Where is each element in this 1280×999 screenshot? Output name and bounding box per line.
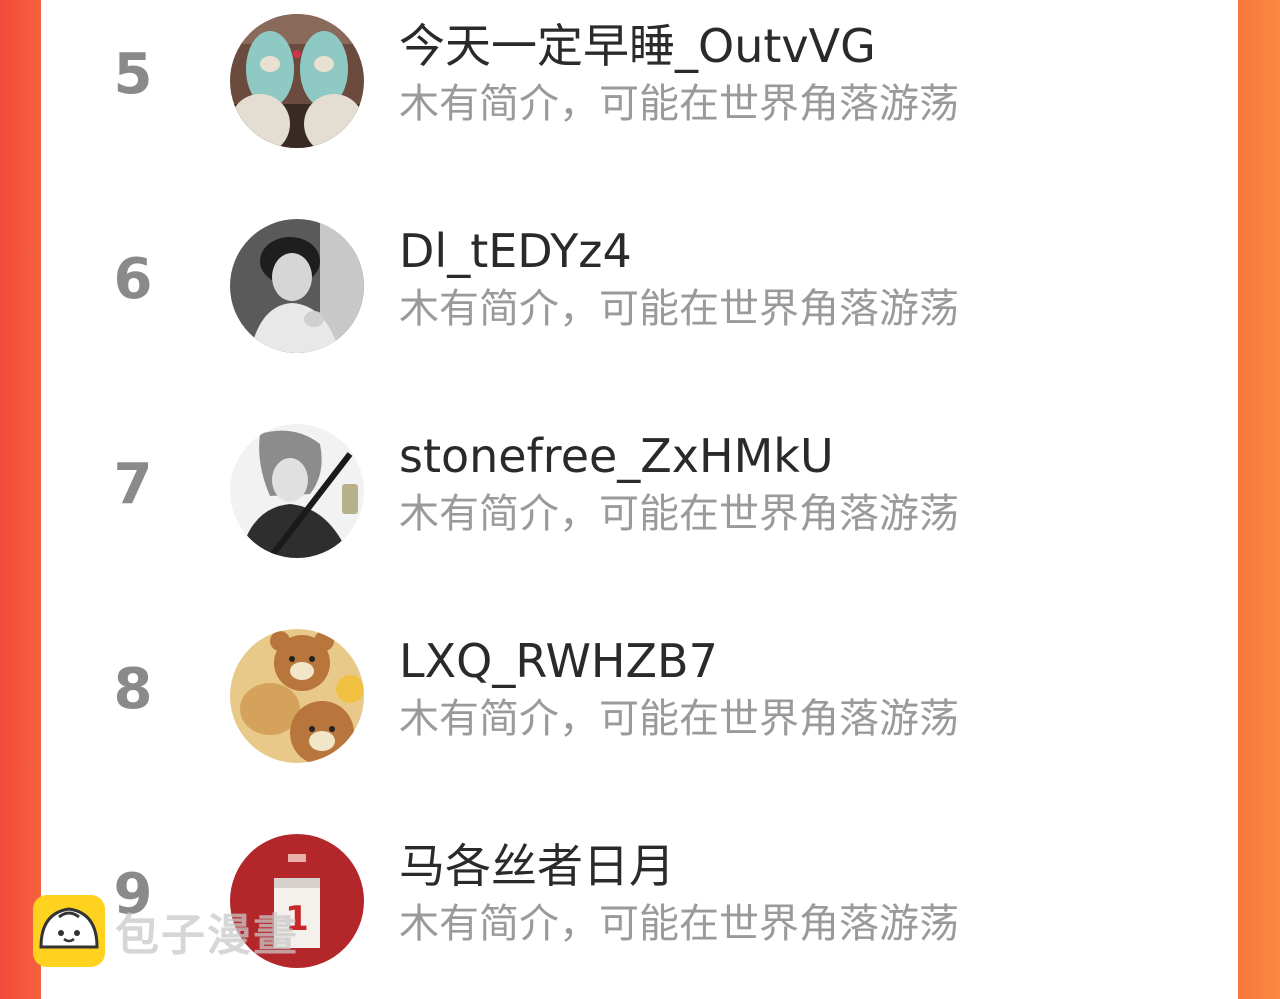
list-item[interactable]: 6 Dl_tEDYz4 木有简介，可能在世界角落游荡 <box>41 205 1238 365</box>
user-description: 木有简介，可能在世界角落游荡 <box>399 286 959 332</box>
ranking-list-panel: 5 今天一定早睡_OutvVG 木有简介，可能在世界角落游荡 6 Dl_tEDY… <box>41 0 1238 999</box>
feet-slippers-avatar[interactable] <box>230 14 364 148</box>
rank-number: 6 <box>113 247 153 312</box>
rank-number: 8 <box>113 657 153 722</box>
user-description: 木有简介，可能在世界角落游荡 <box>399 491 959 537</box>
user-name[interactable]: 今天一定早睡_OutvVG <box>399 16 876 76</box>
list-item[interactable]: 5 今天一定早睡_OutvVG 木有简介，可能在世界角落游荡 <box>41 0 1238 160</box>
bun-logo-icon <box>33 895 105 967</box>
anime-character-avatar[interactable] <box>230 424 364 558</box>
watermark: 包子漫畫 <box>33 893 299 969</box>
user-description: 木有简介，可能在世界角落游荡 <box>399 696 959 742</box>
user-description: 木有简介，可能在世界角落游荡 <box>399 901 959 947</box>
user-name[interactable]: Dl_tEDYz4 <box>399 221 632 281</box>
rank-number: 7 <box>113 452 153 517</box>
user-name[interactable]: LXQ_RWHZB7 <box>399 631 718 691</box>
list-item[interactable]: 8 LXQ_RWHZB7 木有简介，可能在世界角落游荡 <box>41 615 1238 775</box>
user-name[interactable]: 马各丝者日月 <box>399 836 675 896</box>
rank-number: 5 <box>113 42 153 107</box>
user-name[interactable]: stonefree_ZxHMkU <box>399 426 834 486</box>
bear-plush-avatar[interactable] <box>230 629 364 763</box>
watermark-text: 包子漫畫 <box>115 910 299 961</box>
user-description: 木有简介，可能在世界角落游荡 <box>399 81 959 127</box>
list-item[interactable]: 7 stonefree_ZxHMkU 木有简介，可能在世界角落游荡 <box>41 410 1238 570</box>
person-photo-avatar[interactable] <box>230 219 364 353</box>
